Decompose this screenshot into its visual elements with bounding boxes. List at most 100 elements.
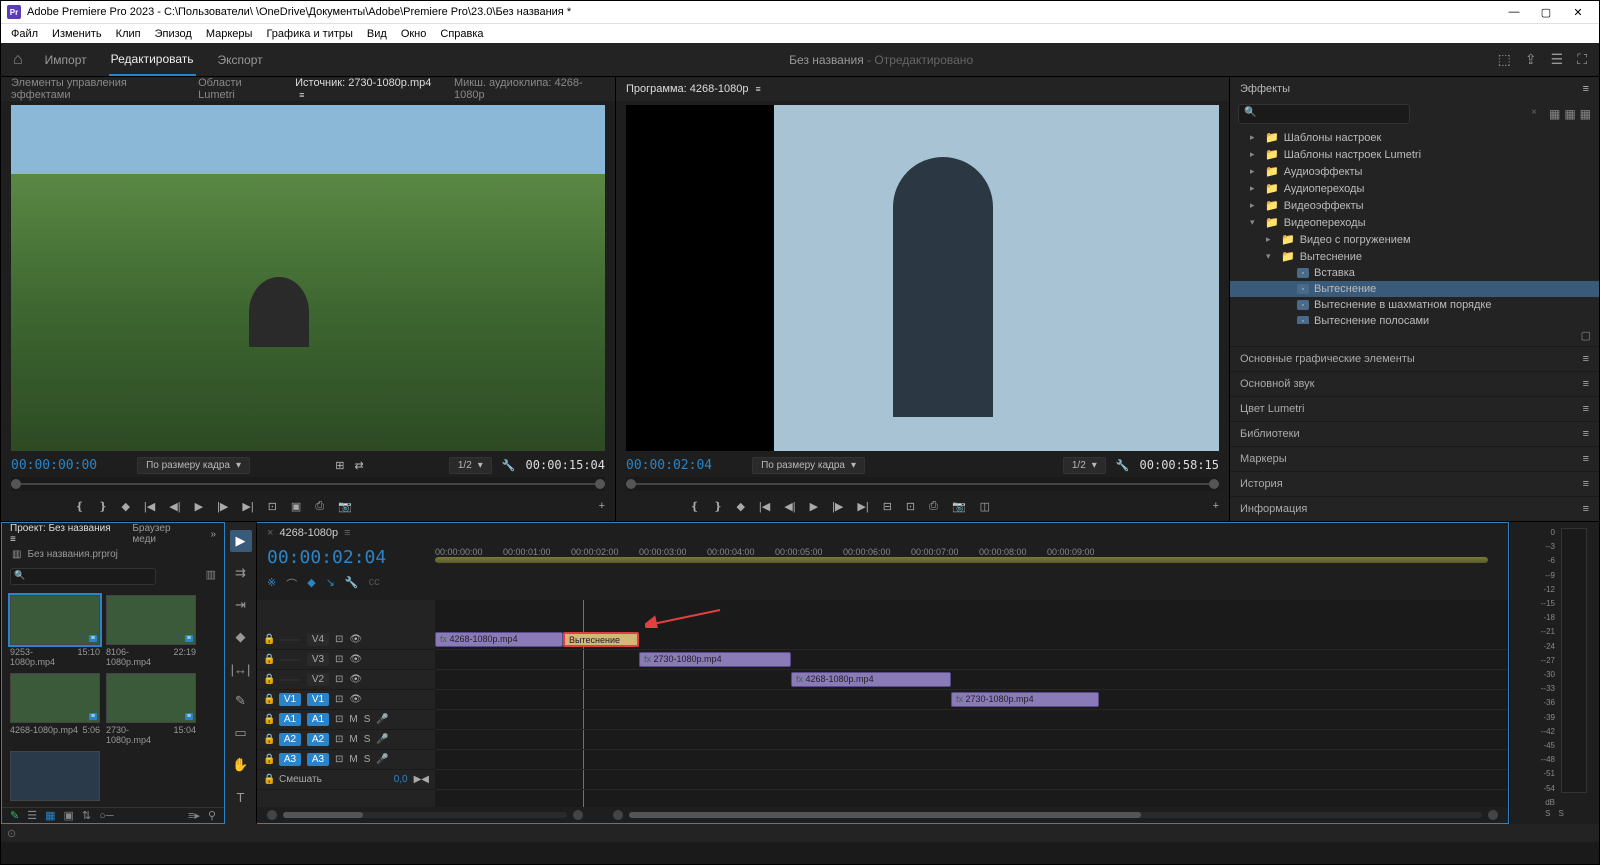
type-tool[interactable]: T: [230, 786, 252, 808]
lift-icon[interactable]: ⊟: [883, 500, 892, 513]
menu-Справка[interactable]: Справка: [434, 26, 489, 42]
tab-audio-mixer[interactable]: Микш. аудиоклипа: 4268-1080p: [454, 77, 605, 101]
source-tc-left[interactable]: 00:00:00:00: [11, 458, 97, 473]
mix-track[interactable]: 🔒Смешать0,0▶◀: [257, 770, 435, 790]
video-clip[interactable]: fx 2730-1080p.mp4: [951, 692, 1099, 707]
source-zoom-dropdown[interactable]: По размеру кадра▾: [137, 457, 250, 474]
accordion-tab[interactable]: Основные графические элементы≡: [1230, 346, 1599, 371]
accordion-tab[interactable]: Основной звук≡: [1230, 371, 1599, 396]
go-in-icon[interactable]: |◀: [144, 500, 155, 513]
tab-project[interactable]: Проект: Без названия ≡: [10, 523, 118, 545]
tab-program[interactable]: Программа: 4268-1080p ≡: [626, 83, 761, 95]
close-button[interactable]: ✕: [1571, 5, 1585, 19]
tab-effect-controls[interactable]: Элементы управления эффектами: [11, 77, 180, 101]
icon-view-icon[interactable]: ▦: [45, 809, 55, 822]
effects-item[interactable]: ▾📁Вытеснение: [1230, 248, 1599, 265]
menu-Окно[interactable]: Окно: [395, 26, 433, 42]
mark-in-icon[interactable]: ❴: [690, 500, 699, 513]
menu-Эпизод[interactable]: Эпизод: [149, 26, 198, 42]
menu-Файл[interactable]: Файл: [5, 26, 44, 42]
video-track-header[interactable]: 🔒V2⊡👁: [257, 670, 435, 690]
export-frame-icon[interactable]: ⎙: [315, 500, 324, 513]
timeline-timecode[interactable]: 00:00:02:04: [267, 545, 435, 570]
wrench-icon[interactable]: 🔧: [345, 576, 359, 592]
close-seq-icon[interactable]: ×: [267, 527, 273, 539]
settings-icon[interactable]: ↘: [326, 576, 335, 592]
play-icon[interactable]: ▶: [195, 500, 203, 513]
camera-icon[interactable]: 📷: [952, 500, 966, 513]
camera-icon[interactable]: 📷: [338, 500, 352, 513]
source-tc-right[interactable]: 00:00:15:04: [526, 458, 605, 472]
track-lane[interactable]: fx 2730-1080p.mp4: [435, 690, 1508, 710]
play-icon[interactable]: ▶: [810, 500, 818, 513]
overwrite-icon[interactable]: ▣: [291, 500, 301, 513]
track-lane[interactable]: [435, 750, 1508, 770]
program-zoom-dropdown[interactable]: По размеру кадра▾: [752, 457, 865, 474]
project-search-input[interactable]: [10, 568, 156, 585]
go-out-icon[interactable]: ▶|: [242, 500, 253, 513]
workspace-tab-import[interactable]: Импорт: [43, 45, 89, 75]
solo-right[interactable]: S: [1559, 809, 1564, 818]
new-bin-icon[interactable]: ▥: [206, 568, 216, 585]
accordion-tab[interactable]: Цвет Lumetri≡: [1230, 396, 1599, 421]
snap-icon[interactable]: ※: [267, 576, 276, 592]
program-tc-left[interactable]: 00:00:02:04: [626, 458, 712, 473]
menu-Вид[interactable]: Вид: [361, 26, 393, 42]
accordion-tab[interactable]: Информация≡: [1230, 496, 1599, 521]
marker-add-icon[interactable]: ◆: [307, 576, 315, 592]
tab-source[interactable]: Источник: 2730-1080p.mp4 ≡: [295, 77, 436, 101]
project-thumb[interactable]: ≡9253-1080p.mp415:10: [10, 595, 100, 667]
menu-Клип[interactable]: Клип: [110, 26, 147, 42]
share-icon[interactable]: ⇪: [1525, 51, 1537, 68]
source-monitor[interactable]: [11, 105, 605, 451]
source-compare-icon[interactable]: ⇄: [354, 459, 363, 472]
track-select-tool[interactable]: ⇉: [230, 562, 252, 584]
hand-tool[interactable]: ✋: [230, 754, 252, 776]
expand-icon[interactable]: »: [210, 529, 216, 540]
add-button-icon[interactable]: +: [1213, 500, 1219, 512]
minimize-button[interactable]: —: [1507, 5, 1521, 19]
caption-icon[interactable]: cc: [369, 576, 380, 592]
video-track-header[interactable]: 🔒V1V1⊡👁: [257, 690, 435, 710]
video-clip[interactable]: fx 2730-1080p.mp4: [639, 652, 791, 667]
source-settings-icon[interactable]: ⊞: [335, 459, 344, 472]
preset-icon-1[interactable]: ▦: [1549, 107, 1560, 121]
panel-menu-icon[interactable]: ≡: [1583, 83, 1589, 95]
program-scrubber[interactable]: [626, 477, 1219, 491]
sort-icon[interactable]: ⇅: [82, 809, 91, 822]
track-lane[interactable]: [435, 730, 1508, 750]
quick-export-icon[interactable]: ⬚: [1498, 51, 1511, 68]
marker-icon[interactable]: ◆: [121, 500, 129, 513]
video-clip[interactable]: fx 4268-1080p.mp4: [791, 672, 951, 687]
clear-icon[interactable]: ×: [1531, 107, 1537, 118]
fullscreen-icon[interactable]: ⛶: [1577, 51, 1587, 68]
effects-search-input[interactable]: [1238, 104, 1410, 124]
pen-tool[interactable]: ✎: [230, 690, 252, 712]
source-scrubber[interactable]: [11, 477, 605, 491]
menu-Маркеры[interactable]: Маркеры: [200, 26, 259, 42]
effects-item[interactable]: ▸📁Аудиопереходы: [1230, 180, 1599, 197]
audio-track-header[interactable]: 🔒A1A1⊡MS🎤: [257, 710, 435, 730]
mark-in-icon[interactable]: ❴: [75, 500, 84, 513]
compare-icon[interactable]: ◫: [980, 500, 990, 513]
track-content[interactable]: fx 4268-1080p.mp4Вытеснение fx 2730-1080p…: [435, 600, 1508, 807]
step-fwd-icon[interactable]: |▶: [217, 500, 228, 513]
wrench-icon[interactable]: 🔧: [502, 459, 516, 472]
export-frame-icon[interactable]: ⎙: [929, 500, 938, 513]
accordion-tab[interactable]: Библиотеки≡: [1230, 421, 1599, 446]
solo-left[interactable]: S: [1545, 809, 1550, 818]
program-tc-right[interactable]: 00:00:58:15: [1140, 458, 1219, 472]
accordion-tab[interactable]: Маркеры≡: [1230, 446, 1599, 471]
step-back-icon[interactable]: ◀|: [169, 500, 180, 513]
accordion-tab[interactable]: История≡: [1230, 471, 1599, 496]
track-lane[interactable]: [435, 710, 1508, 730]
audio-track-header[interactable]: 🔒A2A2⊡MS🎤: [257, 730, 435, 750]
track-lane[interactable]: fx 4268-1080p.mp4Вытеснение: [435, 630, 1508, 650]
workspace-menu-icon[interactable]: ☰: [1551, 51, 1564, 68]
wrench-icon[interactable]: 🔧: [1116, 459, 1130, 472]
track-lane[interactable]: fx 4268-1080p.mp4: [435, 670, 1508, 690]
video-clip[interactable]: fx 4268-1080p.mp4: [435, 632, 563, 647]
razor-tool[interactable]: ◆: [230, 626, 252, 648]
workspace-tab-edit[interactable]: Редактировать: [109, 44, 196, 76]
program-resolution-dropdown[interactable]: 1/2▾: [1063, 457, 1106, 474]
